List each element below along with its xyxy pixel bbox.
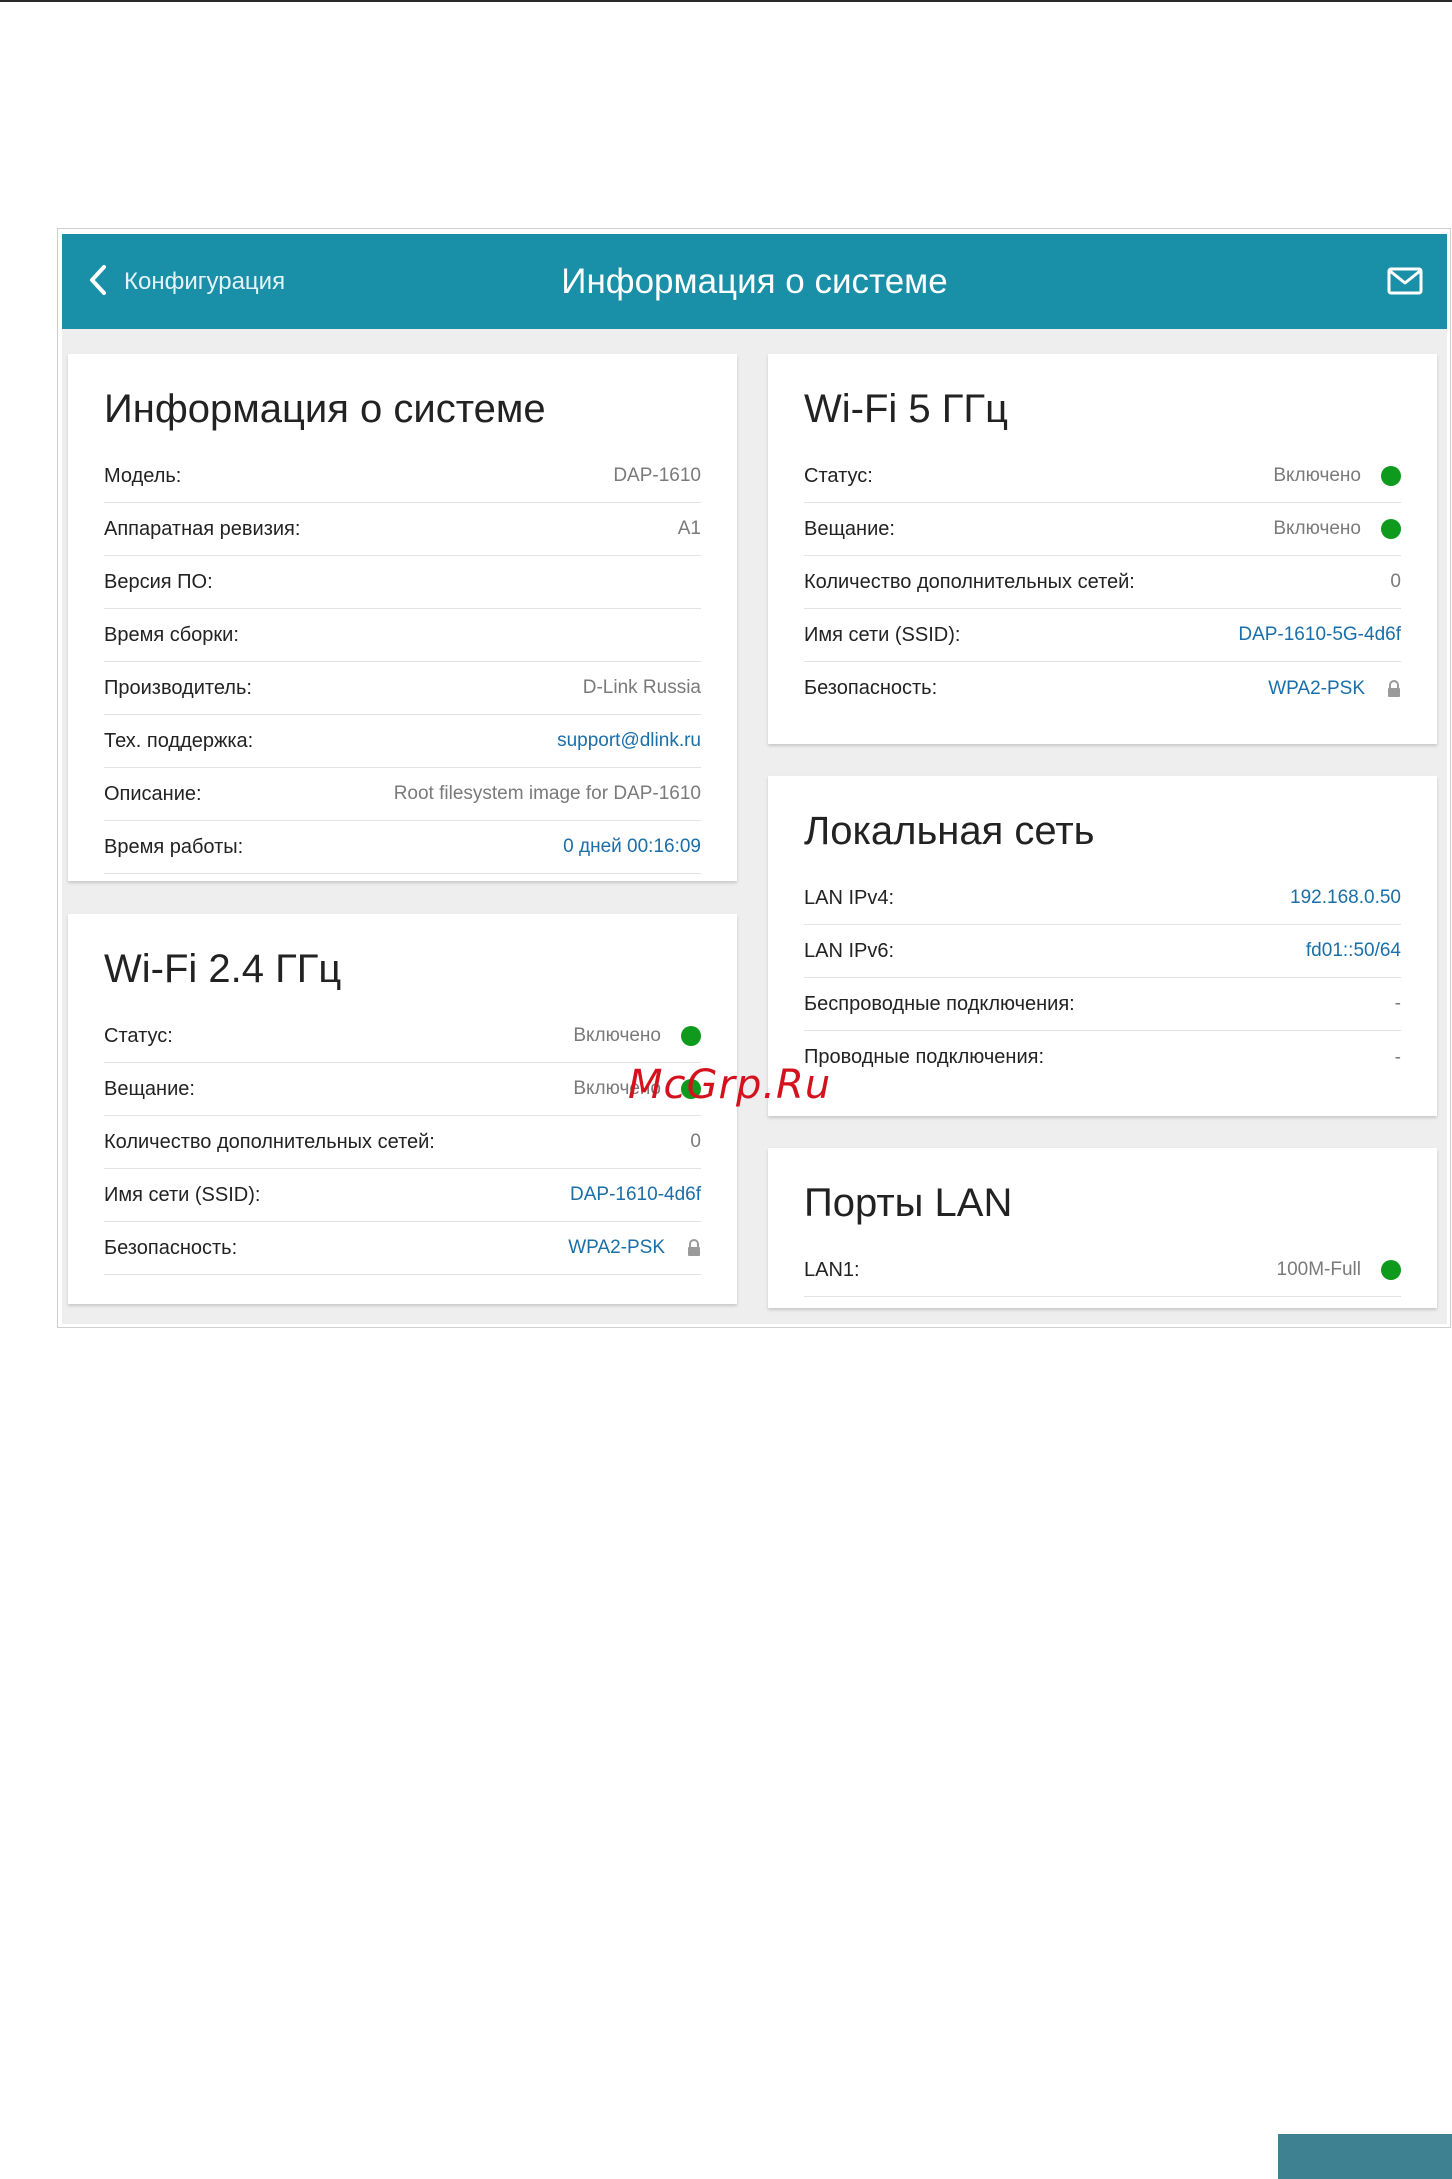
- row-label: Статус:: [804, 464, 873, 487]
- card-lan-ports: Порты LAN LAN1: 100M-Full: [768, 1148, 1437, 1308]
- status-text: Включено: [1273, 465, 1361, 486]
- status-text: Включено: [573, 1025, 661, 1046]
- row-support: Тех. поддержка: support@dlink.ru: [104, 715, 701, 768]
- row-hw-revision: Аппаратная ревизия: A1: [104, 503, 701, 556]
- row-extra-networks: Количество дополнительных сетей: 0: [804, 556, 1401, 609]
- row-lan-ipv4: LAN IPv4: 192.168.0.50: [804, 872, 1401, 925]
- row-value: 100M-Full: [1277, 1259, 1401, 1281]
- lan-ipv4-link[interactable]: 192.168.0.50: [1290, 887, 1401, 909]
- row-label: Производитель:: [104, 676, 252, 699]
- row-value: WPA2-PSK: [1268, 678, 1401, 700]
- card-system-info: Информация о системе Модель: DAP-1610 Ап…: [68, 354, 737, 881]
- green-dot-icon: [1381, 466, 1401, 486]
- lock-icon: [687, 1239, 701, 1257]
- row-value: Root filesystem image for DAP-1610: [393, 783, 701, 804]
- page-corner-tab: [1278, 2134, 1452, 2179]
- security-link[interactable]: WPA2-PSK: [1268, 678, 1365, 700]
- row-label: LAN1:: [804, 1258, 860, 1281]
- row-wired-clients: Проводные подключения: -: [804, 1031, 1401, 1084]
- row-vendor: Производитель: D-Link Russia: [104, 662, 701, 715]
- ssid-link[interactable]: DAP-1610-4d6f: [570, 1184, 701, 1206]
- row-label: Вещание:: [804, 517, 895, 540]
- row-label: Описание:: [104, 782, 202, 805]
- row-label: Количество дополнительных сетей:: [104, 1130, 435, 1153]
- row-status: Статус: Включено: [104, 1010, 701, 1063]
- row-label: Аппаратная ревизия:: [104, 517, 301, 540]
- row-label: Время сборки:: [104, 623, 239, 646]
- row-label: LAN IPv4:: [804, 886, 895, 909]
- row-label: Время работы:: [104, 835, 244, 858]
- row-value: -: [1394, 1046, 1401, 1068]
- row-label: Безопасность:: [804, 677, 938, 699]
- row-value: WPA2-PSK: [568, 1237, 701, 1259]
- header-bar: Конфигурация Информация о системе: [62, 234, 1447, 329]
- row-ssid: Имя сети (SSID): DAP-1610-4d6f: [104, 1169, 701, 1222]
- row-label: Версия ПО:: [104, 570, 213, 593]
- notifications-button[interactable]: [1387, 266, 1423, 296]
- ssid-link[interactable]: DAP-1610-5G-4d6f: [1238, 624, 1401, 646]
- page-top-rule: [0, 0, 1452, 2]
- row-label: Модель:: [104, 464, 182, 487]
- card-lan: Локальная сеть LAN IPv4: 192.168.0.50 LA…: [768, 776, 1437, 1116]
- card-title-wifi-5: Wi-Fi 5 ГГц: [804, 387, 1008, 431]
- row-value: A1: [677, 518, 701, 539]
- watermark: McGrp.Ru: [628, 1062, 832, 1108]
- row-model: Модель: DAP-1610: [104, 450, 701, 503]
- row-lan-ipv6: LAN IPv6: fd01::50/64: [804, 925, 1401, 978]
- card-title-system-info: Информация о системе: [104, 387, 546, 431]
- page-title: Информация о системе: [561, 262, 948, 301]
- security-link[interactable]: WPA2-PSK: [568, 1237, 665, 1259]
- row-label: Проводные подключения:: [804, 1046, 1045, 1068]
- support-email-link[interactable]: support@dlink.ru: [557, 730, 701, 752]
- green-dot-icon: [1381, 519, 1401, 539]
- port-state: 100M-Full: [1276, 1259, 1361, 1280]
- row-security: Безопасность: WPA2-PSK: [104, 1222, 701, 1275]
- row-broadcast: Вещание: Включено: [804, 503, 1401, 556]
- card-title-lan-ports: Порты LAN: [804, 1181, 1013, 1225]
- card-title-lan: Локальная сеть: [804, 809, 1095, 853]
- card-wifi-5: Wi-Fi 5 ГГц Статус: Включено Вещание: Вк…: [768, 354, 1437, 744]
- app-window: Конфигурация Информация о системе Информ…: [62, 234, 1447, 1324]
- row-uptime: Время работы: 0 дней 00:16:09: [104, 821, 701, 874]
- row-value: DAP-1610: [613, 465, 701, 486]
- envelope-icon: [1387, 267, 1423, 300]
- row-value: -: [1394, 993, 1401, 1014]
- row-label: Тех. поддержка:: [104, 729, 254, 752]
- row-lan1: LAN1: 100M-Full: [804, 1244, 1401, 1297]
- lan-ipv6-link[interactable]: fd01::50/64: [1306, 940, 1401, 962]
- row-description: Описание: Root filesystem image for DAP-…: [104, 768, 701, 821]
- status-text: Включено: [1273, 518, 1361, 539]
- row-build-time: Время сборки:: [104, 609, 701, 662]
- row-label: Имя сети (SSID):: [104, 1183, 261, 1206]
- row-firmware-version: Версия ПО:: [104, 556, 701, 609]
- green-dot-icon: [1381, 1260, 1401, 1280]
- card-title-wifi-24: Wi-Fi 2.4 ГГц: [104, 947, 342, 991]
- row-label: Количество дополнительных сетей:: [804, 570, 1135, 593]
- green-dot-icon: [681, 1026, 701, 1046]
- row-security: Безопасность: WPA2-PSK: [804, 662, 1401, 715]
- row-label: Вещание:: [104, 1077, 195, 1100]
- row-label: Статус:: [104, 1024, 173, 1047]
- row-value: Включено: [573, 1025, 701, 1047]
- row-value: Включено: [1273, 518, 1401, 540]
- row-status: Статус: Включено: [804, 450, 1401, 503]
- row-value: D-Link Russia: [582, 677, 701, 698]
- row-label: Безопасность:: [104, 1236, 238, 1259]
- card-wifi-24: Wi-Fi 2.4 ГГц Статус: Включено Вещание: …: [68, 914, 737, 1304]
- row-value: Включено: [1273, 465, 1401, 487]
- row-label: LAN IPv6:: [804, 939, 895, 962]
- lock-icon: [1387, 679, 1401, 698]
- row-value: 0: [1390, 571, 1401, 592]
- uptime-link[interactable]: 0 дней 00:16:09: [563, 836, 701, 858]
- row-label: Беспроводные подключения:: [804, 992, 1075, 1015]
- row-ssid: Имя сети (SSID): DAP-1610-5G-4d6f: [804, 609, 1401, 662]
- row-broadcast: Вещание: Включено: [104, 1063, 701, 1116]
- row-wireless-clients: Беспроводные подключения: -: [804, 978, 1401, 1031]
- row-extra-networks: Количество дополнительных сетей: 0: [104, 1116, 701, 1169]
- row-label: Имя сети (SSID):: [804, 623, 961, 646]
- row-value: 0: [690, 1131, 701, 1152]
